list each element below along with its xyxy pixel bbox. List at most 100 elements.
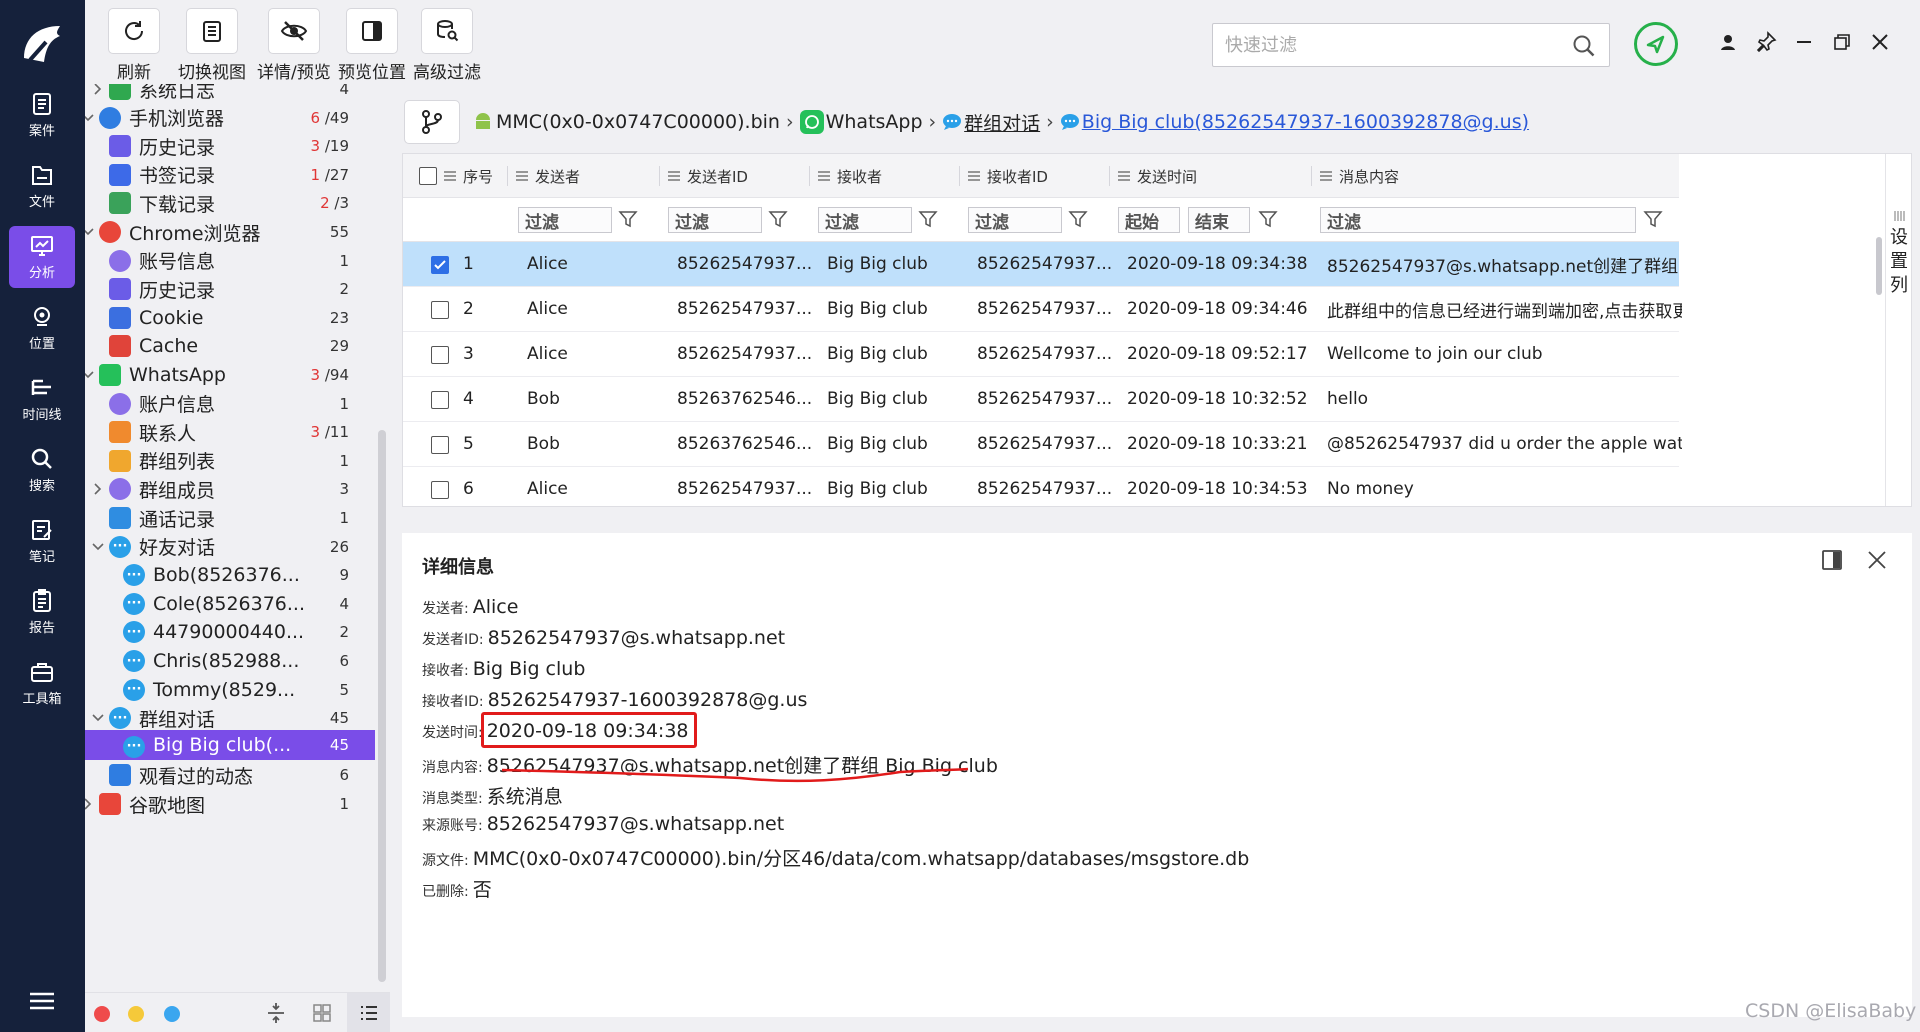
restore-icon[interactable]: [1830, 30, 1854, 54]
column-filter-input[interactable]: 过滤: [968, 207, 1062, 233]
table-row[interactable]: 5 Bob 85263762546... Big Big club 8526254793…: [403, 422, 1682, 467]
detail-field-value[interactable]: 否: [473, 875, 492, 902]
yellow-dot-icon[interactable]: [128, 1006, 144, 1022]
filter-funnel-icon[interactable]: [618, 209, 638, 229]
row-checkbox[interactable]: [431, 346, 449, 364]
breadcrumb-root[interactable]: MMC(0x0-0x0747C00000).bin: [474, 111, 780, 133]
quick-filter-input[interactable]: [1225, 24, 1555, 66]
table-cell-sender-id: 85262547937...: [677, 479, 813, 499]
chevron-right-icon[interactable]: [85, 797, 95, 811]
rail-item-report[interactable]: 报告: [9, 581, 75, 643]
detail-field-value[interactable]: Big Big club: [473, 658, 586, 680]
navigate-button[interactable]: [1634, 22, 1678, 66]
column-divider[interactable]: [809, 166, 810, 186]
column-header[interactable]: 发送者: [515, 154, 667, 198]
detail-field-value[interactable]: 85262547937-1600392878@g.us: [488, 689, 808, 711]
tree-node[interactable]: ··· Big Big club(... 45: [85, 729, 375, 760]
detail-field-value[interactable]: Alice: [473, 596, 519, 618]
note-icon: [32, 520, 52, 540]
rail-item-location[interactable]: 位置: [9, 297, 75, 359]
column-header[interactable]: 接收者ID: [967, 154, 1117, 198]
rail-item-file[interactable]: 文件: [9, 155, 75, 217]
column-divider[interactable]: [959, 166, 960, 186]
user-icon[interactable]: [1716, 30, 1740, 54]
row-checkbox[interactable]: [431, 436, 449, 454]
filter-funnel-icon[interactable]: [918, 209, 938, 229]
detail-preview-button[interactable]: 详情/预览: [257, 8, 331, 83]
column-divider[interactable]: [1311, 166, 1312, 186]
rail-item-toolbox[interactable]: 工具箱: [9, 652, 75, 714]
tree-scrollbar[interactable]: [378, 430, 386, 982]
table-scrollbar[interactable]: [1876, 237, 1882, 295]
row-checkbox[interactable]: [431, 481, 449, 499]
column-header-label: 接收者ID: [987, 167, 1048, 186]
grid-view-icon[interactable]: [312, 1003, 332, 1023]
column-header[interactable]: 发送者ID: [667, 154, 817, 198]
column-settings-button[interactable]: 设 置 列: [1885, 154, 1911, 506]
minimize-icon[interactable]: [1792, 30, 1816, 54]
breadcrumb-app[interactable]: WhatsApp: [799, 110, 923, 134]
chevron-down-icon[interactable]: [91, 540, 105, 554]
close-icon[interactable]: [1866, 549, 1888, 571]
breadcrumb-chat[interactable]: Big Big club(85262547937-1600392878@g.us…: [1060, 111, 1529, 133]
table-row[interactable]: 3 Alice 85262547937... Big Big club 85262547…: [403, 332, 1679, 377]
panel-right-icon[interactable]: [1820, 548, 1844, 572]
breadcrumb-category[interactable]: 群组对话: [942, 109, 1040, 136]
breadcrumb-separator: ›: [1046, 111, 1054, 133]
rail-item-timeline[interactable]: 时间线: [9, 368, 75, 430]
row-checkbox[interactable]: [431, 301, 449, 319]
chevron-down-icon[interactable]: [85, 368, 95, 382]
table-row[interactable]: 1 Alice 85262547937... Big Big club 85262547…: [403, 242, 1682, 287]
column-filter-input[interactable]: 过滤: [1320, 207, 1636, 233]
column-divider[interactable]: [659, 166, 660, 186]
refresh-button[interactable]: 刷新: [108, 8, 160, 83]
chevron-down-icon[interactable]: [85, 111, 95, 125]
chevron-right-icon[interactable]: [91, 482, 105, 496]
chevron-down-icon[interactable]: [91, 711, 105, 725]
chevron-down-icon[interactable]: [85, 225, 95, 239]
table-row[interactable]: 6 Alice 85262547937... Big Big club 85262547…: [403, 467, 1679, 506]
branch-button[interactable]: [404, 100, 460, 144]
rail-item-analysis[interactable]: 分析: [9, 226, 75, 288]
column-divider[interactable]: [1109, 166, 1110, 186]
column-filter-input[interactable]: 过滤: [818, 207, 912, 233]
filter-funnel-icon[interactable]: [1258, 209, 1278, 229]
time-start-input[interactable]: 起始: [1118, 207, 1180, 233]
row-checkbox[interactable]: [431, 391, 449, 409]
rail-item-note[interactable]: 笔记: [9, 510, 75, 572]
column-header[interactable]: 接收者: [817, 154, 967, 198]
red-dot-icon[interactable]: [94, 1006, 110, 1022]
detail-field-value[interactable]: 85262547937@s.whatsapp.net: [488, 627, 785, 649]
column-header[interactable]: 消息内容: [1319, 154, 1679, 198]
detail-field-value[interactable]: 85262547937@s.whatsapp.net: [487, 813, 784, 835]
switch-view-button[interactable]: 切换视图: [178, 8, 246, 83]
quick-filter-box[interactable]: [1212, 23, 1610, 67]
preview-position-button[interactable]: 预览位置: [338, 8, 406, 83]
filter-funnel-icon[interactable]: [1068, 209, 1088, 229]
column-header[interactable]: 发送时间: [1117, 154, 1319, 198]
close-icon[interactable]: [1868, 30, 1892, 54]
select-all-checkbox[interactable]: [419, 167, 437, 185]
chevron-right-icon[interactable]: [91, 84, 105, 96]
search-icon[interactable]: [1571, 33, 1597, 59]
time-end-input[interactable]: 结束: [1188, 207, 1250, 233]
detail-field-value[interactable]: MMC(0x0-0x0747C00000).bin/分区46/data/com.…: [473, 844, 1250, 871]
row-checkbox[interactable]: [431, 256, 449, 274]
advanced-filter-button[interactable]: 高级过滤: [413, 8, 481, 83]
column-filter-input[interactable]: 过滤: [518, 207, 612, 233]
list-view-button[interactable]: [347, 993, 390, 1032]
filter-funnel-icon[interactable]: [768, 209, 788, 229]
table-row[interactable]: 2 Alice 85262547937... Big Big club 85262547…: [403, 287, 1682, 332]
blue-dot-icon[interactable]: [164, 1006, 180, 1022]
pin-icon[interactable]: [1754, 30, 1778, 54]
column-header[interactable]: 序号: [443, 154, 515, 198]
column-divider[interactable]: [507, 166, 508, 186]
rail-item-case[interactable]: 案件: [9, 84, 75, 146]
table-row[interactable]: 4 Bob 85263762546... Big Big club 8526254793…: [403, 377, 1679, 422]
menu-icon[interactable]: [28, 990, 56, 1012]
rail-item-search[interactable]: 搜索: [9, 439, 75, 501]
collapse-all-icon[interactable]: [265, 1001, 287, 1025]
column-filter-input[interactable]: 过滤: [668, 207, 762, 233]
filter-funnel-icon[interactable]: [1643, 209, 1663, 229]
tree-node[interactable]: 谷歌地图 1: [85, 787, 375, 821]
